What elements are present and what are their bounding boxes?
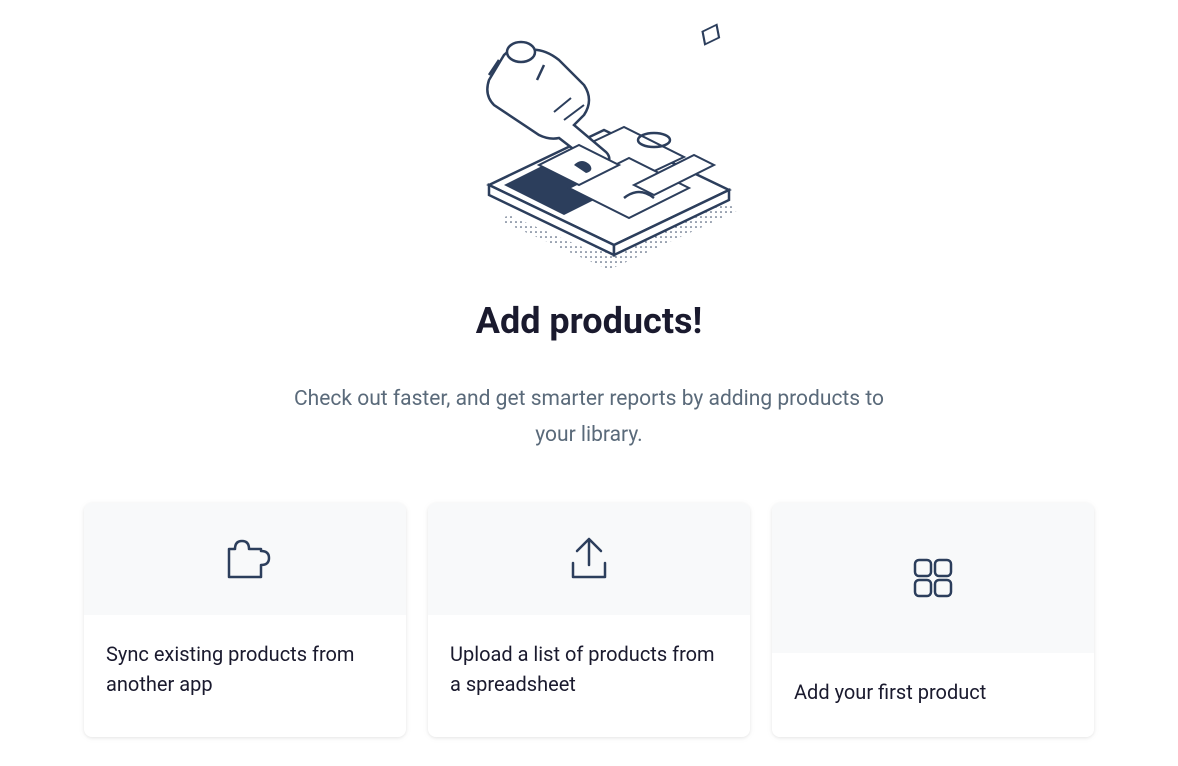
card-text-area: Add your first product (772, 653, 1094, 737)
cards-container: Sync existing products from another app … (64, 503, 1114, 737)
puzzle-icon (215, 529, 275, 589)
sync-products-card[interactable]: Sync existing products from another app (84, 503, 406, 737)
upload-icon (559, 529, 619, 589)
hero-illustration (429, 20, 749, 270)
upload-products-card[interactable]: Upload a list of products from a spreads… (428, 503, 750, 737)
card-icon-area (772, 503, 1094, 653)
add-first-product-card[interactable]: Add your first product (772, 503, 1094, 737)
page-subtitle: Check out faster, and get smarter report… (279, 382, 899, 453)
card-label: Sync existing products from another app (106, 639, 384, 699)
page-title: Add products! (476, 300, 702, 342)
card-icon-area (428, 503, 750, 615)
card-label: Upload a list of products from a spreads… (450, 639, 728, 699)
hand-tablet-illustration-icon (429, 20, 749, 270)
card-icon-area (84, 503, 406, 615)
grid-icon (903, 548, 963, 608)
card-text-area: Sync existing products from another app (84, 615, 406, 729)
card-text-area: Upload a list of products from a spreads… (428, 615, 750, 729)
card-label: Add your first product (794, 677, 1072, 707)
